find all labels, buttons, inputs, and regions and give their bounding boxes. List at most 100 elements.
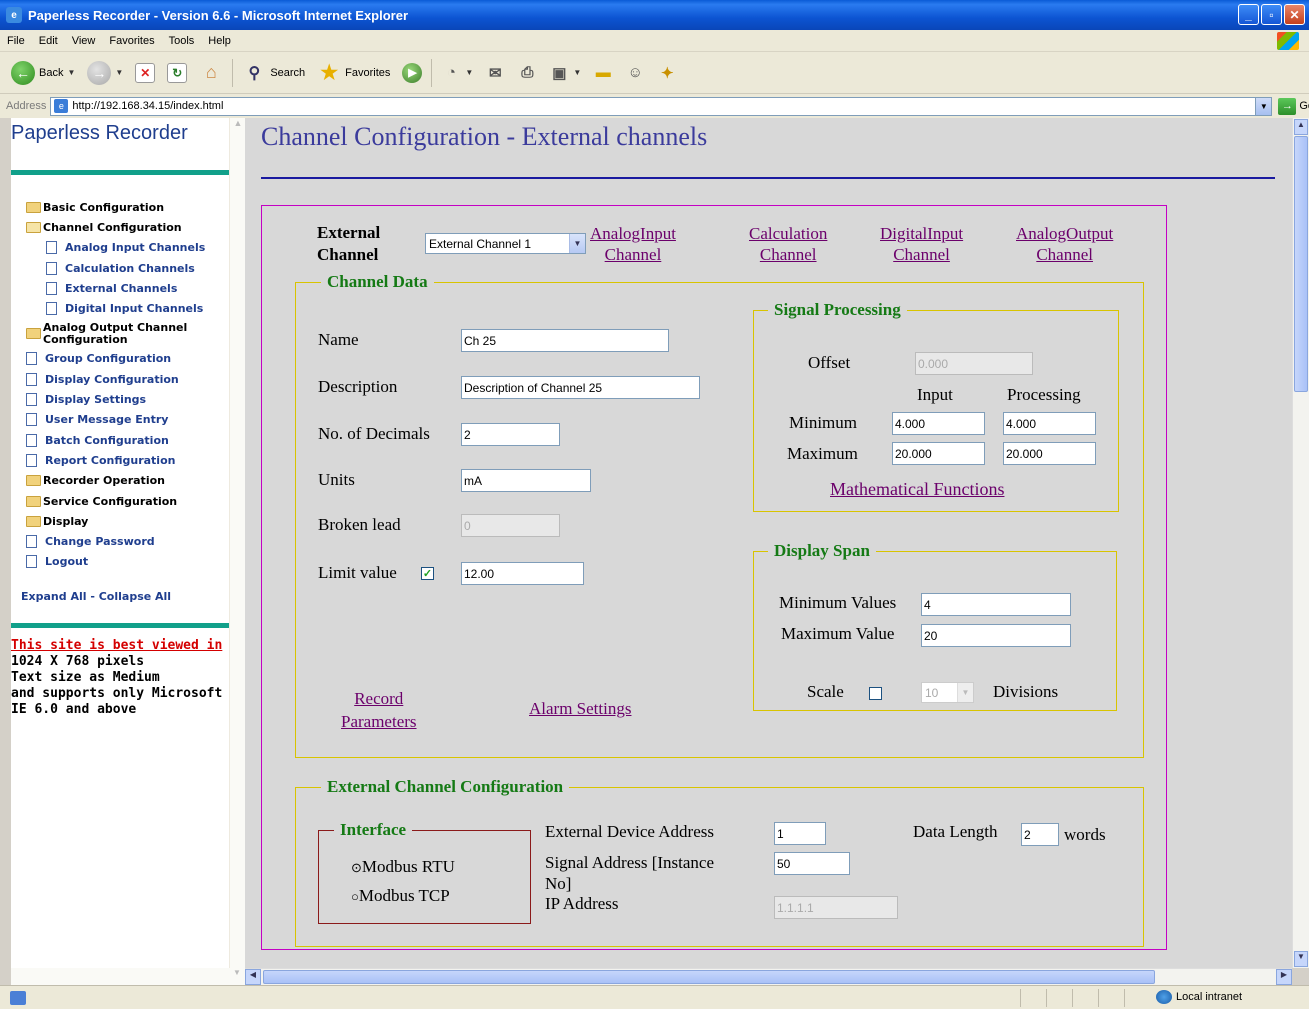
nav-group-configuration[interactable]: Group Configuration [11, 349, 245, 369]
content-horizontal-scrollbar[interactable]: ◀ ▶ [245, 968, 1292, 985]
sidebar-scrollbar[interactable]: ▲ [229, 118, 245, 968]
print-button[interactable]: ⎙ [514, 61, 540, 85]
refresh-button[interactable]: ↻ [164, 61, 190, 85]
nav-digital-input-channels[interactable]: Digital Input Channels [11, 298, 245, 318]
history-button[interactable]: ◔ ▼ [438, 61, 476, 85]
messenger-button[interactable]: ☺ [622, 61, 648, 85]
menu-tools[interactable]: Tools [162, 35, 202, 47]
description-input[interactable]: Description of Channel 25 [461, 376, 700, 399]
name-input[interactable]: Ch 25 [461, 329, 669, 352]
nav-calculation-channels[interactable]: Calculation Channels [11, 258, 245, 278]
nav-basic-configuration[interactable]: Basic Configuration [11, 197, 245, 217]
nav-change-password[interactable]: Change Password [11, 531, 245, 551]
nav-external-channels[interactable]: External Channels [11, 278, 245, 298]
minimize-button[interactable]: _ [1238, 4, 1259, 25]
alarm-settings-link[interactable]: Alarm Settings [529, 698, 631, 719]
scroll-down-icon[interactable]: ▼ [1294, 951, 1308, 967]
nav-display-configuration[interactable]: Display Configuration [11, 369, 245, 389]
display-max-input[interactable]: 20 [921, 624, 1071, 647]
radio-selected-icon[interactable]: ⊙ [351, 860, 362, 875]
notice-link[interactable]: This site is best viewed in [11, 638, 245, 654]
nav-service-configuration[interactable]: Service Configuration [11, 491, 245, 511]
page-icon [26, 352, 37, 366]
nav-channel-configuration[interactable]: Channel Configuration [11, 217, 245, 237]
nav-report-configuration[interactable]: Report Configuration [11, 450, 245, 470]
address-label: Address [6, 100, 47, 112]
expand-collapse-all-link[interactable]: Expand All - Collapse All [11, 590, 245, 603]
folder-button[interactable]: ▬ [590, 61, 616, 85]
research-button[interactable]: ✦ [654, 61, 680, 85]
device-address-input[interactable]: 1 [774, 822, 826, 845]
media-button[interactable]: ▶ [399, 61, 425, 85]
modbus-tcp-option[interactable]: ○Modbus TCP [351, 886, 450, 906]
min-input-field[interactable]: 4.000 [892, 412, 985, 435]
home-button[interactable]: ⌂ [196, 59, 226, 87]
analog-input-channel-link[interactable]: AnalogInput Channel [590, 223, 676, 265]
stop-button[interactable]: ✕ [132, 61, 158, 85]
chevron-down-icon: ▼ [569, 234, 585, 253]
back-arrow-icon: ← [11, 60, 35, 85]
nav-display[interactable]: Display [11, 511, 245, 531]
decimals-input[interactable]: 2 [461, 423, 560, 446]
back-button[interactable]: ← Back ▼ [8, 59, 78, 87]
nav-analog-input-channels[interactable]: Analog Input Channels [11, 238, 245, 258]
modbus-rtu-option[interactable]: ⊙Modbus RTU [351, 857, 455, 877]
content-vertical-scrollbar[interactable]: ▲ ▼ [1292, 118, 1309, 968]
nav-logout[interactable]: Logout [11, 552, 245, 572]
back-dropdown-icon[interactable]: ▼ [67, 68, 75, 77]
radio-empty-icon[interactable]: ○ [351, 889, 359, 904]
scroll-up-icon[interactable]: ▲ [230, 118, 246, 134]
horizontal-scroll-thumb[interactable] [263, 970, 1155, 984]
nav-display-settings[interactable]: Display Settings [11, 389, 245, 409]
sidebar-horizontal-scrollbar[interactable]: ▼ [11, 968, 245, 985]
scroll-thumb[interactable] [1294, 136, 1308, 392]
scroll-down-icon[interactable]: ▼ [229, 968, 245, 984]
external-channel-select[interactable]: External Channel 1 ▼ [425, 233, 586, 254]
address-input[interactable]: e http://192.168.34.15/index.html ▼ [50, 96, 1273, 116]
maximize-button[interactable]: ▫ [1261, 4, 1282, 25]
forward-dropdown-icon[interactable]: ▼ [115, 68, 123, 77]
toolbar-separator [431, 58, 433, 87]
input-header: Input [917, 385, 953, 404]
nav-batch-configuration[interactable]: Batch Configuration [11, 430, 245, 450]
go-button[interactable]: → Go [1278, 97, 1309, 115]
nav-recorder-operation[interactable]: Recorder Operation [11, 471, 245, 491]
intranet-icon [1156, 990, 1172, 1004]
analog-output-channel-link[interactable]: AnalogOutput Channel [1016, 223, 1113, 265]
search-button[interactable]: ⚲ Search [239, 59, 308, 87]
mathematical-functions-link[interactable]: Mathematical Functions [830, 479, 1004, 500]
scroll-up-icon[interactable]: ▲ [1294, 119, 1308, 135]
menu-file[interactable]: File [0, 35, 32, 47]
max-input-field[interactable]: 20.000 [892, 442, 985, 465]
scale-checkbox[interactable] [869, 687, 882, 700]
menu-favorites[interactable]: Favorites [102, 35, 161, 47]
limit-value-checkbox[interactable]: ✓ [421, 567, 434, 580]
units-input[interactable]: mA [461, 469, 591, 492]
channel-config-panel: External Channel External Channel 1 ▼ An… [261, 205, 1167, 950]
display-span-fieldset: Display Span Minimum Values 4 Maximum Va… [753, 541, 1117, 711]
scroll-right-icon[interactable]: ▶ [1276, 969, 1292, 985]
mail-button[interactable]: ✉ [482, 61, 508, 85]
display-min-input[interactable]: 4 [921, 593, 1071, 616]
menu-help[interactable]: Help [201, 35, 238, 47]
forward-button[interactable]: → ▼ [84, 59, 126, 87]
menu-edit[interactable]: Edit [32, 35, 65, 47]
nav-analog-output-channel-configuration[interactable]: Analog Output Channel Configuration [11, 319, 245, 349]
close-button[interactable]: ✕ [1284, 4, 1305, 25]
divisions-label: Divisions [993, 682, 1059, 701]
record-parameters-link[interactable]: Record Parameters [341, 687, 417, 733]
digital-input-channel-link[interactable]: DigitalInput Channel [880, 223, 963, 265]
edit-button[interactable]: ▣ ▼ [546, 61, 584, 85]
favorites-button[interactable]: ★ Favorites [314, 59, 393, 87]
processing-header: Processing [1007, 385, 1081, 404]
min-processing-field[interactable]: 4.000 [1003, 412, 1096, 435]
signal-address-input[interactable]: 50 [774, 852, 850, 875]
scroll-left-icon[interactable]: ◀ [245, 969, 261, 985]
nav-user-message-entry[interactable]: User Message Entry [11, 410, 245, 430]
limit-value-input[interactable]: 12.00 [461, 562, 584, 585]
address-dropdown-icon[interactable]: ▼ [1255, 97, 1272, 115]
calculation-channel-link[interactable]: Calculation Channel [749, 223, 827, 265]
max-processing-field[interactable]: 20.000 [1003, 442, 1096, 465]
data-length-input[interactable]: 2 [1021, 823, 1059, 846]
menu-view[interactable]: View [65, 35, 103, 47]
